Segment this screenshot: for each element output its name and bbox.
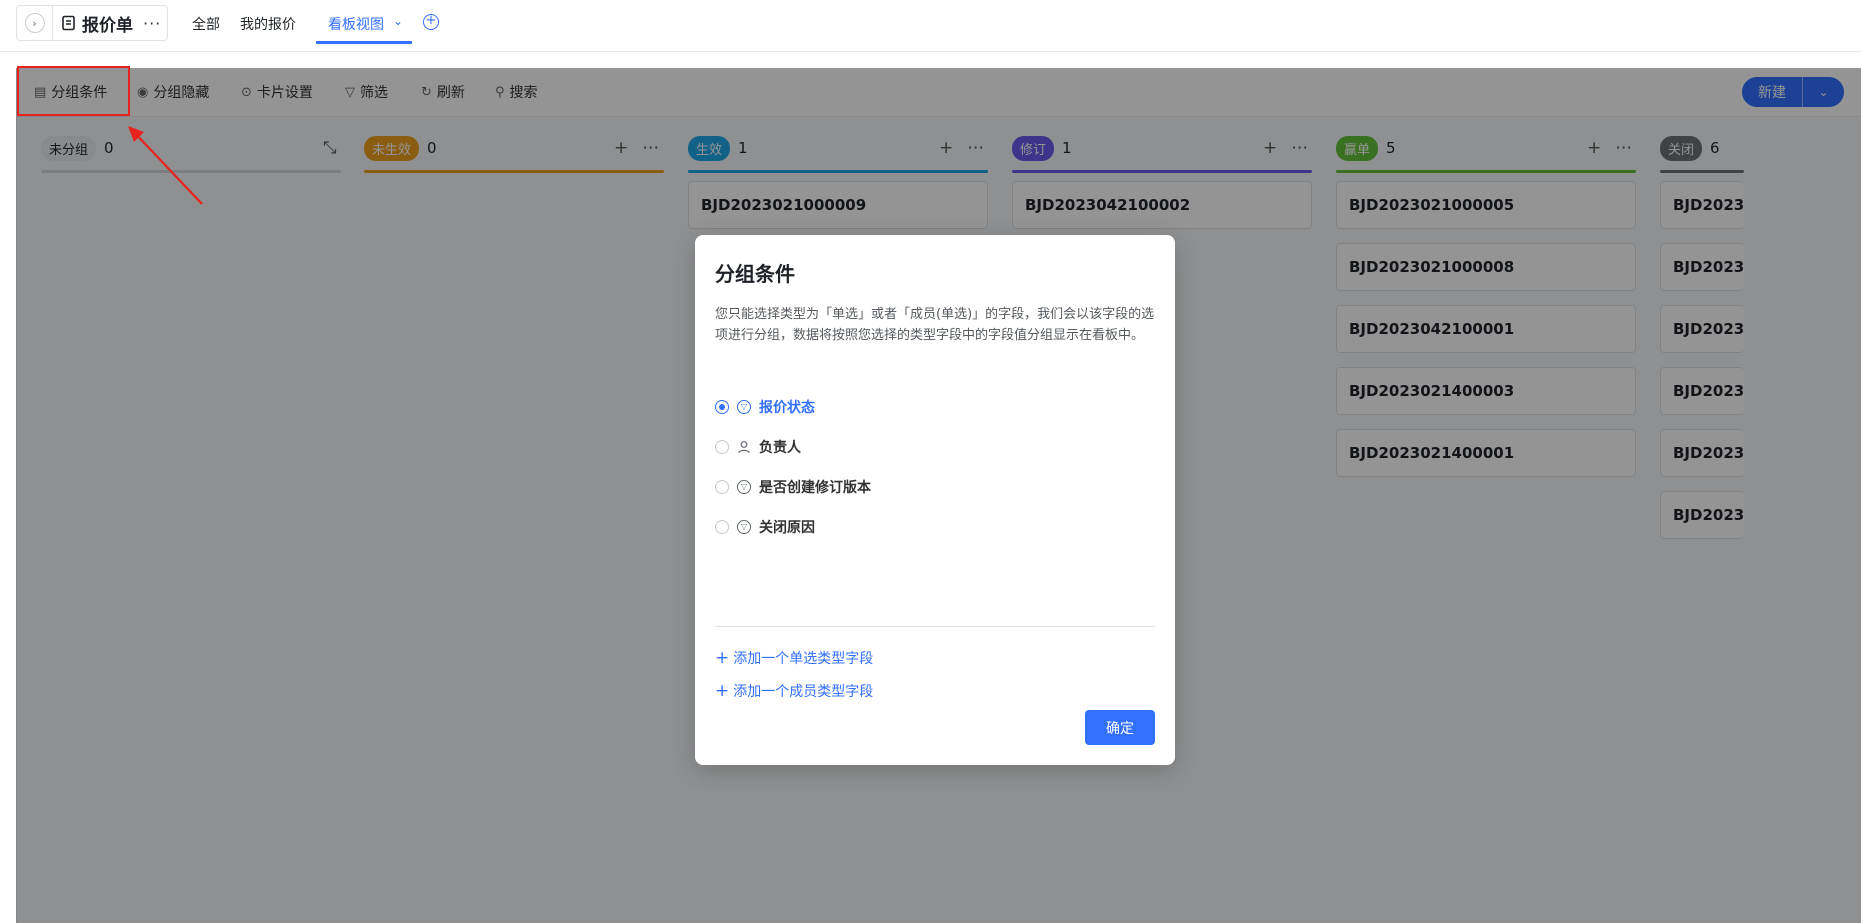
tab-kanban-view[interactable]: 看板视图 [328,14,384,34]
radio-button[interactable] [715,520,729,534]
single-select-icon: ▽ [737,480,751,494]
annotation-highlight-box [17,66,130,116]
tab-all[interactable]: 全部 [192,14,220,34]
group-option-owner[interactable]: 负责人 [715,437,801,457]
option-label: 关闭原因 [759,520,815,536]
group-option-quote-status[interactable]: ▽ 报价状态 [715,397,815,417]
option-label: 是否创建修订版本 [759,480,871,496]
active-tab-indicator [316,41,412,44]
app-title-label: 报价单 [82,15,133,36]
chevron-right-icon: › [24,13,45,33]
option-label: 负责人 [759,440,801,456]
option-label: 报价状态 [759,400,815,416]
annotation-arrow [128,126,203,205]
sidebar-toggle-button[interactable]: › [17,6,53,40]
more-options-icon[interactable]: ··· [143,14,161,33]
single-select-icon: ▽ [737,520,751,534]
add-single-select-label: 添加一个单选类型字段 [733,651,874,667]
radio-button[interactable] [715,440,729,454]
add-member-label: 添加一个成员类型字段 [733,684,874,700]
add-member-field-link[interactable]: + 添加一个成员类型字段 [715,681,873,701]
confirm-button[interactable]: 确定 [1085,710,1155,745]
radio-button[interactable] [715,480,729,494]
plus-icon: + [715,648,730,668]
top-header: › 报价单 ··· 全部 我的报价 看板视图 ⌄ + [0,0,1861,52]
single-select-icon: ▽ [737,400,751,414]
dialog-title: 分组条件 [715,262,795,286]
group-condition-dialog: 分组条件 您只能选择类型为「单选」或者「成员(单选)」的字段，我们会以该字段的选… [695,235,1175,765]
app-title[interactable]: 报价单 [53,11,133,36]
app-title-group: › 报价单 ··· [16,5,168,41]
quote-form-icon [62,15,75,31]
dialog-description: 您只能选择类型为「单选」或者「成员(单选)」的字段，我们会以该字段的选项进行分组… [715,307,1155,343]
member-icon [738,441,750,454]
add-single-select-field-link[interactable]: + 添加一个单选类型字段 [715,648,873,668]
dialog-divider [715,626,1155,627]
plus-icon: + [715,681,730,701]
tab-my-quotes[interactable]: 我的报价 [240,14,296,34]
radio-dot [719,404,725,410]
group-option-create-revision[interactable]: ▽ 是否创建修订版本 [715,477,871,497]
radio-button[interactable] [715,400,729,414]
group-option-close-reason[interactable]: ▽ 关闭原因 [715,517,815,537]
add-view-icon[interactable]: + [423,14,439,30]
chevron-down-icon[interactable]: ⌄ [393,14,403,28]
